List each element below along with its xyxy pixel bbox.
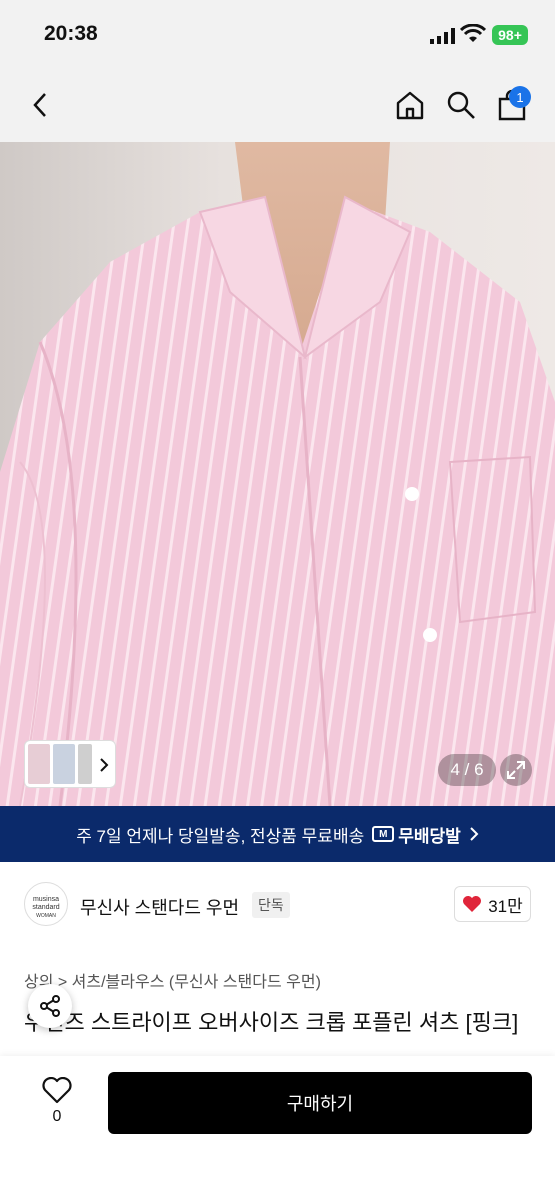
product-title: 우먼즈 스트라이프 오버사이즈 크롭 포플린 셔츠 [핑크] bbox=[24, 1010, 519, 1035]
wifi-icon bbox=[460, 24, 486, 42]
heart-filled-icon bbox=[463, 896, 482, 912]
cart-count-badge: 1 bbox=[509, 86, 531, 108]
home-button[interactable] bbox=[392, 87, 428, 123]
cellular-signal-icon bbox=[430, 28, 455, 44]
gallery-thumbnail-strip[interactable] bbox=[24, 740, 116, 788]
banner-text: 주 7일 언제나 당일발송, 전상품 무료배송 bbox=[76, 826, 365, 846]
thumbnail-image bbox=[53, 744, 75, 784]
category-breadcrumb[interactable]: 상의 > 셔츠/블라우스 (무신사 스탠다드 우먼) bbox=[24, 968, 321, 992]
top-nav bbox=[0, 70, 555, 142]
search-icon bbox=[447, 91, 475, 119]
chevron-left-icon bbox=[33, 93, 46, 117]
free-delivery-badge: M 무배당발 bbox=[372, 822, 461, 847]
brand-row: musinsa standard WOMAN 무신사 스탠다드 우먼 단독 31… bbox=[0, 862, 555, 952]
chevron-right-icon bbox=[100, 758, 109, 772]
product-image[interactable] bbox=[0, 142, 555, 806]
m-logo-icon: M bbox=[372, 826, 395, 842]
heart-outline-icon bbox=[42, 1076, 72, 1103]
brand-name-link[interactable]: 무신사 스탠다드 우먼 bbox=[80, 894, 239, 920]
product-photo-illustration bbox=[0, 142, 555, 806]
brand-logo-text: WOMAN bbox=[36, 913, 56, 919]
wishlist-count: 0 bbox=[52, 1108, 62, 1125]
thumbnail-image bbox=[78, 744, 92, 784]
buy-button[interactable]: 구매하기 bbox=[108, 1072, 532, 1134]
share-icon bbox=[40, 995, 60, 1017]
exclusive-tag: 단독 bbox=[252, 892, 290, 918]
chevron-right-icon bbox=[470, 827, 479, 841]
expand-button[interactable] bbox=[500, 754, 532, 786]
brand-logo-text: standard bbox=[32, 904, 60, 911]
back-button[interactable] bbox=[22, 87, 58, 123]
brand-like-count: 31만 bbox=[488, 896, 523, 916]
thumbnail-image bbox=[28, 744, 50, 784]
image-counter: 4 / 6 bbox=[438, 754, 496, 786]
search-button[interactable] bbox=[443, 87, 479, 123]
battery-indicator: 98+ bbox=[492, 25, 528, 45]
brand-logo[interactable]: musinsa standard WOMAN bbox=[24, 882, 68, 926]
share-button[interactable] bbox=[28, 984, 72, 1028]
expand-icon bbox=[507, 761, 525, 779]
wishlist-button[interactable] bbox=[40, 1074, 74, 1106]
brand-logo-text: musinsa bbox=[32, 896, 60, 903]
status-time: 20:38 bbox=[44, 22, 98, 45]
brand-like-button[interactable]: 31만 bbox=[454, 886, 531, 922]
badge-text: 무배당발 bbox=[398, 826, 461, 846]
delivery-banner[interactable]: 주 7일 언제나 당일발송, 전상품 무료배송 M 무배당발 bbox=[0, 806, 555, 862]
status-bar: 20:38 98+ bbox=[0, 0, 555, 70]
home-icon bbox=[396, 91, 424, 120]
